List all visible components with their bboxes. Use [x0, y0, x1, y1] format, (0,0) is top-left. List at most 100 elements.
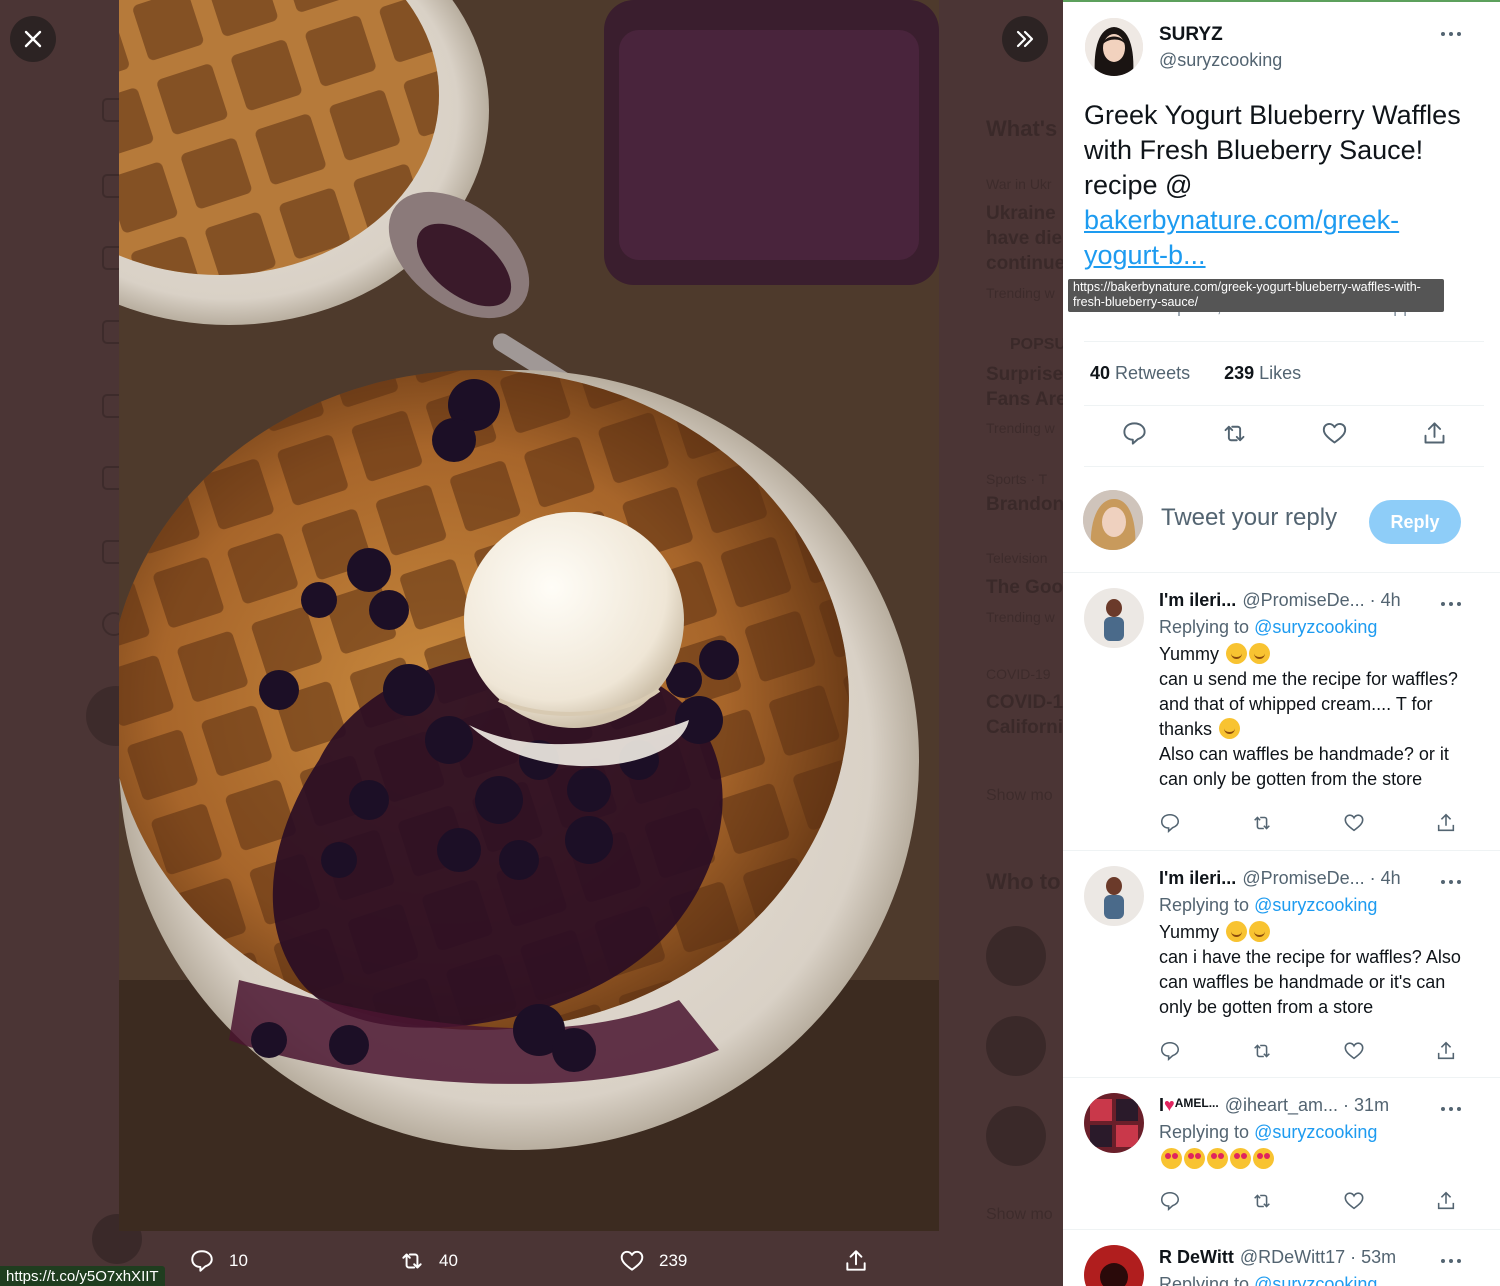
show-more-link: Show mo [986, 1206, 1053, 1223]
close-media-button[interactable] [10, 16, 56, 62]
heart-eyes-emoji-icon [1207, 1148, 1228, 1169]
retweet-icon[interactable] [1251, 1190, 1273, 1212]
media-share-button[interactable] [843, 1248, 869, 1274]
tweet-detail-panel: SURYZ @suryzcooking Greek Yogurt Blueber… [1063, 0, 1500, 1286]
retweet-icon[interactable] [1221, 420, 1248, 447]
share-icon[interactable] [1421, 420, 1448, 447]
reply-avatar[interactable] [1084, 866, 1144, 926]
replying-to: Replying to @suryzcooking [1159, 1274, 1377, 1286]
heart-emoji-icon: ♥ [1164, 1095, 1175, 1115]
reply-icon[interactable] [1159, 812, 1181, 834]
trend-meta: Trending w [986, 285, 1055, 301]
replying-to-label: Replying to [1159, 1274, 1250, 1286]
trend-title: Californi [986, 717, 1063, 738]
reply-icon[interactable] [1159, 1040, 1181, 1062]
likes-label: Likes [1259, 363, 1302, 383]
tweet-more-icon[interactable] [1441, 30, 1463, 38]
replying-to-link[interactable]: @suryzcooking [1254, 895, 1377, 915]
likes-count: 239 [1224, 363, 1255, 383]
replying-to-link[interactable]: @suryzcooking [1254, 617, 1377, 637]
reply-more-icon[interactable] [1441, 878, 1463, 886]
tweet-author[interactable]: SURYZ @suryzcooking [1085, 18, 1282, 76]
heart-eyes-emoji-icon [1161, 1148, 1182, 1169]
double-chevron-right-icon [1016, 30, 1034, 48]
relieved-face-emoji-icon [1226, 921, 1248, 942]
reply-avatar[interactable] [1084, 1245, 1144, 1286]
reply-author-name[interactable]: I'm ileri... [1159, 868, 1236, 888]
heart-icon[interactable] [1321, 420, 1348, 447]
trend-meta: Trending w [986, 609, 1055, 625]
heart-icon[interactable] [1343, 812, 1365, 834]
who-to-follow-heading: Who to [986, 869, 1061, 894]
reply-author-handle[interactable]: @PromiseDe... [1242, 868, 1364, 888]
collapse-sidebar-button[interactable] [1002, 16, 1048, 62]
reply-more-icon[interactable] [1441, 1105, 1463, 1113]
reply-avatar-image [1084, 588, 1144, 648]
reply-tweet[interactable]: R DeWitt @RDeWitt17 · 53m Replying to @su… [1063, 1229, 1500, 1286]
heart-icon[interactable] [1343, 1040, 1365, 1062]
tweet-stats: 40 Retweets 239 Likes [1090, 363, 1301, 384]
media-reply-button[interactable]: 10 [189, 1248, 248, 1274]
trend-category: POPSU [1010, 336, 1063, 353]
reply-author-handle[interactable]: @PromiseDe... [1242, 590, 1364, 610]
reply-time[interactable]: · 53m [1350, 1247, 1396, 1267]
reply-tweet[interactable]: I'm ileri... @PromiseDe... · 4h Replying … [1063, 850, 1500, 1077]
reply-author-name-part: AMEL... [1174, 1096, 1219, 1110]
trend-category: War in Ukr [986, 176, 1052, 192]
reply-icon[interactable] [1121, 420, 1148, 447]
reply-text: Yummy can i have the recipe for waffles?… [1159, 920, 1469, 1020]
heart-icon[interactable] [1343, 1190, 1365, 1212]
trend-title: Fans Are [986, 389, 1063, 410]
retweets-label: Retweets [1115, 363, 1191, 383]
reply-more-icon[interactable] [1441, 1257, 1463, 1265]
reply-button[interactable]: Reply [1369, 500, 1461, 544]
heart-eyes-emoji-icon [1253, 1148, 1274, 1169]
retweet-icon[interactable] [1251, 812, 1273, 834]
reply-time[interactable]: · 31m [1343, 1095, 1389, 1115]
tweet-link-part: bakerbynature.com/greek- [1084, 205, 1400, 235]
browser-status-url: https://t.co/y5O7xhXIIT [0, 1266, 165, 1286]
reply-actions [1159, 1190, 1457, 1212]
reply-actions [1159, 812, 1457, 834]
reply-tweet[interactable]: I♥AMEL... @iheart_am... · 31m Replying to… [1063, 1077, 1500, 1229]
share-icon[interactable] [1435, 1190, 1457, 1212]
replying-to-link[interactable]: @suryzcooking [1254, 1122, 1377, 1142]
share-icon [846, 1250, 866, 1271]
reply-header: I'm ileri... @PromiseDe... · 4h [1159, 868, 1401, 889]
reply-author-name[interactable]: R DeWitt [1159, 1247, 1234, 1267]
tweet-link[interactable]: bakerbynature.com/greek-yogurt-b... [1084, 205, 1399, 270]
tweet-photo[interactable] [119, 0, 939, 1231]
reply-avatar[interactable] [1084, 588, 1144, 648]
share-icon[interactable] [1435, 812, 1457, 834]
reply-time[interactable]: · 4h [1370, 868, 1401, 888]
retweets-stat[interactable]: 40 Retweets [1090, 363, 1190, 384]
reply-author-handle[interactable]: @RDeWitt17 [1240, 1247, 1345, 1267]
retweets-count: 40 [1090, 363, 1111, 383]
reply-author-handle[interactable]: @iheart_am... [1225, 1095, 1338, 1115]
tweet-actions [1084, 420, 1484, 447]
likes-stat[interactable]: 239 Likes [1224, 363, 1301, 384]
reply-author-name[interactable]: I'm ileri... [1159, 590, 1236, 610]
author-name[interactable]: SURYZ [1159, 24, 1282, 46]
reply-tweet[interactable]: I'm ileri... @PromiseDe... · 4h Replying … [1063, 572, 1500, 850]
author-avatar[interactable] [1085, 18, 1143, 76]
reply-icon[interactable] [1159, 1190, 1181, 1212]
media-retweet-count: 40 [439, 1251, 458, 1270]
reply-author-name[interactable]: I♥AMEL... [1159, 1095, 1219, 1115]
media-retweet-button[interactable]: 40 [399, 1248, 458, 1274]
reply-avatar[interactable] [1084, 1093, 1144, 1153]
replying-to-label: Replying to [1159, 1122, 1250, 1142]
reply-input[interactable] [1161, 504, 1361, 532]
author-handle[interactable]: @suryzcooking [1159, 50, 1282, 71]
share-icon[interactable] [1435, 1040, 1457, 1062]
retweet-icon [402, 1253, 422, 1269]
replying-to-link[interactable]: @suryzcooking [1254, 1274, 1377, 1286]
waffle-photo-illustration [119, 0, 939, 1231]
media-like-button[interactable]: 239 [619, 1248, 687, 1274]
reply-more-icon[interactable] [1441, 600, 1463, 608]
trend-title: continue [986, 253, 1063, 274]
retweet-icon[interactable] [1251, 1040, 1273, 1062]
trend-title: Brandon [986, 494, 1063, 515]
reply-time[interactable]: · 4h [1370, 590, 1401, 610]
media-reply-count: 10 [229, 1251, 248, 1270]
